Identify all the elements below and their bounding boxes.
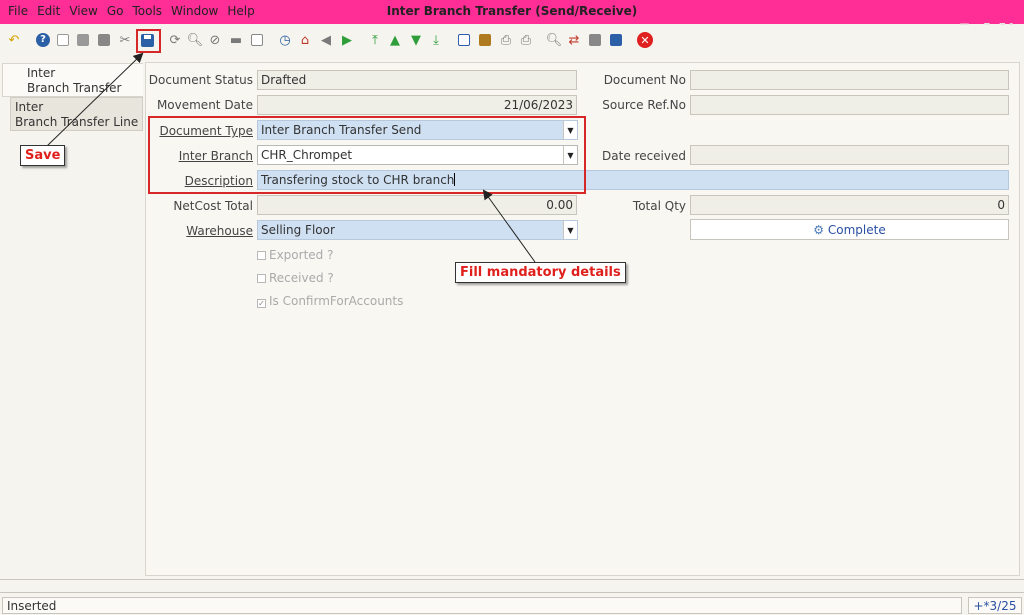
print-preview-icon[interactable]: ⎙ <box>498 32 514 48</box>
is-confirm-for-accounts-checkbox[interactable]: ✓ Is ConfirmForAccounts <box>257 294 403 308</box>
copy-record-icon[interactable] <box>75 32 91 48</box>
menu-window[interactable]: Window <box>171 4 218 18</box>
chat-icon[interactable]: ▬ <box>228 32 244 48</box>
menu-bar: File Edit View Go Tools Window Help <box>8 4 255 18</box>
home-icon[interactable]: ⌂ <box>297 32 313 48</box>
netcost-total-field: 0.00 <box>257 195 577 215</box>
tab-label-line1: Inter <box>15 100 44 114</box>
chevron-down-icon[interactable]: ▼ <box>563 221 577 239</box>
document-no-label: Document No <box>603 73 686 87</box>
first-record-icon[interactable]: ⤒ <box>367 32 383 48</box>
date-received-label: Date received <box>602 149 686 163</box>
status-bar: Inserted +*3/25 <box>0 596 1024 615</box>
undo-icon[interactable]: ↶ <box>6 32 22 48</box>
print-icon[interactable]: ⎙ <box>518 32 534 48</box>
status-message: Inserted <box>2 597 962 614</box>
checkbox-box <box>257 251 266 260</box>
document-status-field: Drafted <box>257 70 577 90</box>
product-info-icon[interactable] <box>608 32 624 48</box>
menu-view[interactable]: View <box>69 4 97 18</box>
menu-go[interactable]: Go <box>107 4 124 18</box>
horizontal-scrollbar[interactable] <box>0 579 1024 593</box>
warehouse-value: Selling Floor <box>261 223 335 237</box>
warehouse-select[interactable]: Selling Floor ▼ <box>257 220 578 240</box>
delete-selection-icon[interactable]: ✂ <box>117 32 133 48</box>
tab-inter-branch-transfer-line[interactable]: Inter Branch Transfer Line <box>10 97 143 131</box>
gear-icon: ⚙ <box>813 223 825 237</box>
date-received-field[interactable] <box>690 145 1009 165</box>
source-ref-no-field[interactable] <box>690 95 1009 115</box>
menu-file[interactable]: File <box>8 4 28 18</box>
source-ref-no-label: Source Ref.No <box>602 98 686 112</box>
received-checkbox[interactable]: Received ? <box>257 271 334 285</box>
document-no-field[interactable] <box>690 70 1009 90</box>
previous-record-icon[interactable]: ▲ <box>387 32 403 48</box>
refresh-icon[interactable]: ⟳ <box>167 32 183 48</box>
forward-icon[interactable]: ▶ <box>339 32 355 48</box>
next-record-icon[interactable]: ▼ <box>408 32 424 48</box>
record-navigation-indicator[interactable]: +*3/25 <box>968 597 1022 614</box>
archive-icon[interactable] <box>477 32 493 48</box>
total-qty-label: Total Qty <box>632 199 686 213</box>
save-callout: Save <box>20 145 66 166</box>
tab-label-line2: Branch Transfer <box>27 81 122 95</box>
request-icon[interactable] <box>587 32 603 48</box>
title-bar: File Edit View Go Tools Window Help Inte… <box>0 0 1024 24</box>
grid-toggle-icon[interactable] <box>249 32 265 48</box>
delete-record-icon[interactable] <box>96 32 112 48</box>
save-highlight-box <box>136 29 161 53</box>
report-icon[interactable] <box>456 32 472 48</box>
back-icon[interactable]: ◀ <box>318 32 334 48</box>
total-qty-field: 0 <box>690 195 1009 215</box>
close-window-icon[interactable]: ✕ <box>637 32 653 48</box>
checkmark-icon: ✓ <box>257 299 266 308</box>
tab-label-line2: Branch Transfer Line <box>15 115 139 129</box>
last-record-icon[interactable]: ⤓ <box>428 32 444 48</box>
history-icon[interactable]: ◷ <box>277 32 293 48</box>
netcost-total-label: NetCost Total <box>173 199 253 213</box>
exported-label: Exported ? <box>269 248 334 262</box>
attachment-icon[interactable]: ⊘ <box>207 32 223 48</box>
movement-date-field[interactable]: 21/06/2023 <box>257 95 577 115</box>
workflow-icon[interactable]: ⇄ <box>566 32 582 48</box>
help-icon[interactable]: ? <box>35 32 51 48</box>
received-label: Received ? <box>269 271 334 285</box>
document-status-label: Document Status <box>148 73 253 87</box>
new-record-icon[interactable] <box>55 32 71 48</box>
tab-list: Inter Branch Transfer Inter Branch Trans… <box>0 60 145 578</box>
warehouse-label: Warehouse <box>186 224 253 238</box>
tab-inter-branch-transfer[interactable]: Inter Branch Transfer <box>2 63 143 97</box>
is-confirm-for-accounts-label: Is ConfirmForAccounts <box>269 294 404 308</box>
mandatory-fields-highlight-box <box>148 116 586 194</box>
tab-label-line1: Inter <box>27 66 56 80</box>
fill-mandatory-callout: Fill mandatory details <box>455 262 626 283</box>
checkbox-box <box>257 274 266 283</box>
movement-date-label: Movement Date <box>156 98 253 112</box>
menu-edit[interactable]: Edit <box>37 4 60 18</box>
zoom-across-icon[interactable]: 🔍︎ <box>546 32 563 48</box>
complete-button[interactable]: ⚙ Complete <box>690 219 1009 240</box>
find-icon[interactable]: 🔍︎ <box>187 32 204 48</box>
exported-checkbox[interactable]: Exported ? <box>257 248 333 262</box>
menu-help[interactable]: Help <box>227 4 254 18</box>
complete-button-label: Complete <box>827 223 886 237</box>
menu-tools[interactable]: Tools <box>132 4 162 18</box>
